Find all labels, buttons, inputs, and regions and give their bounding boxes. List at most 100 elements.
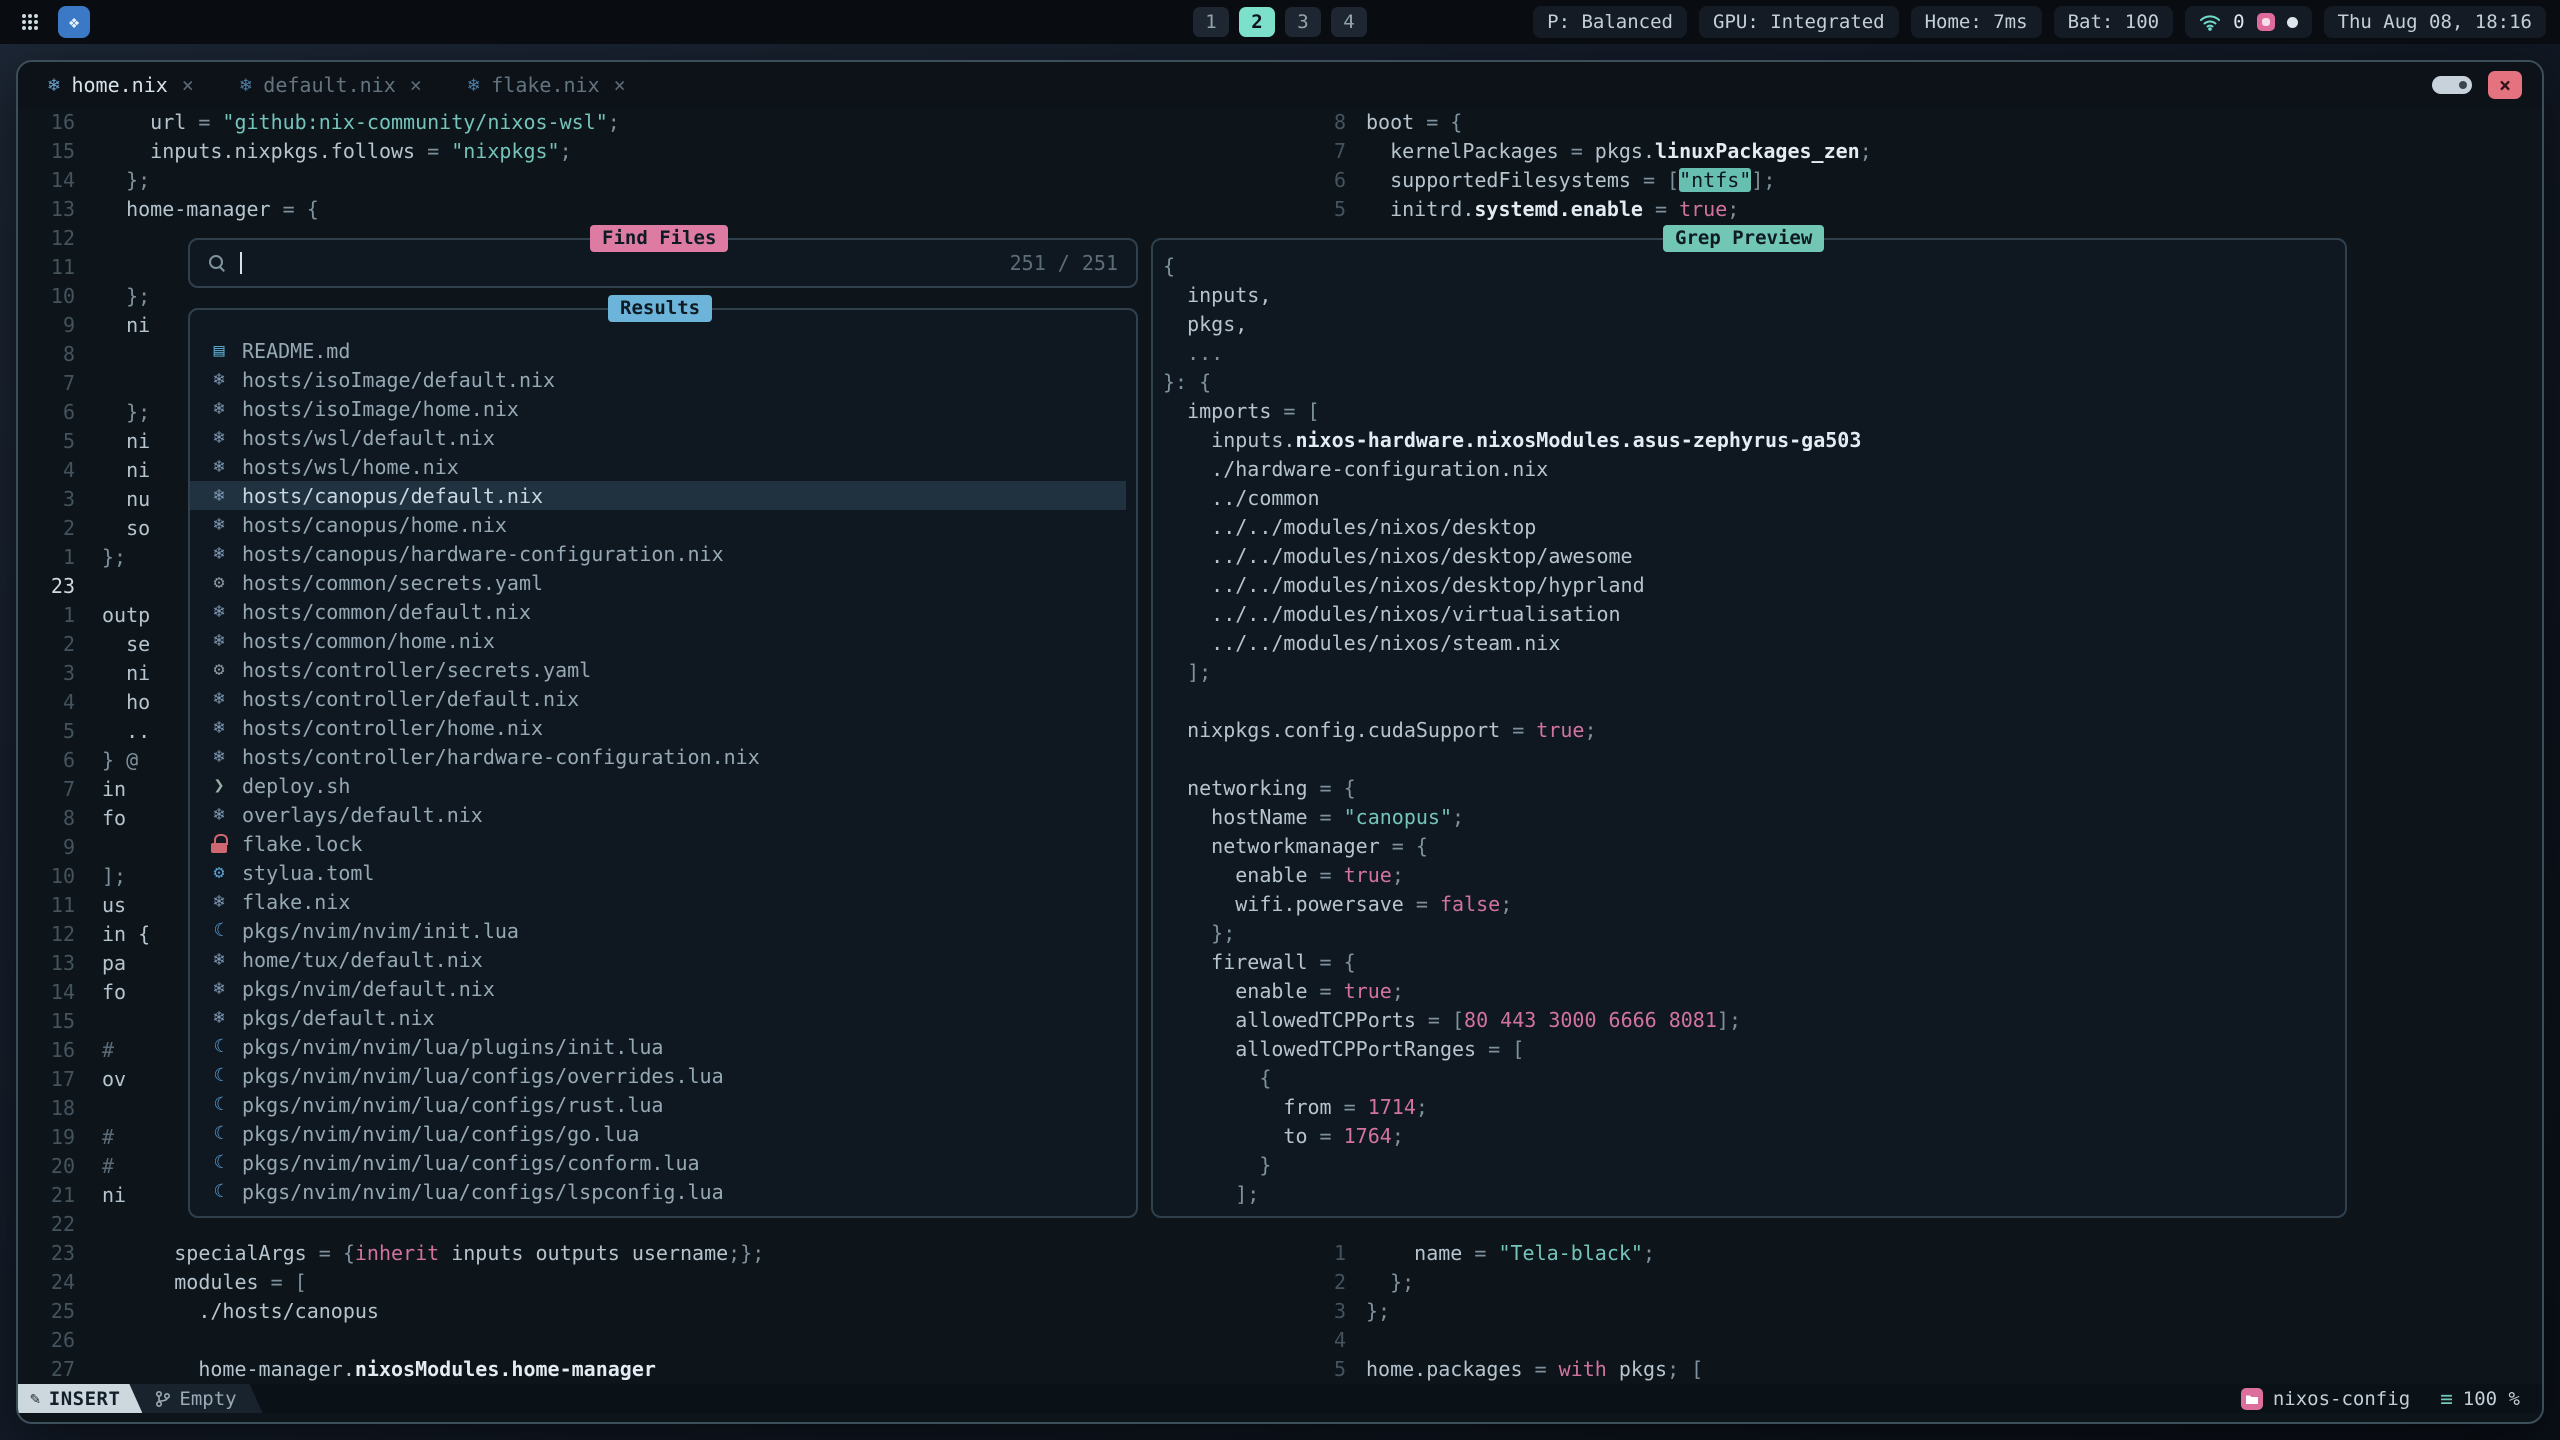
code-line[interactable]: 4: [1328, 1326, 2538, 1355]
code-line[interactable]: 14 };: [18, 166, 1318, 195]
result-item[interactable]: ❄overlays/default.nix: [190, 800, 1126, 829]
code-line[interactable]: allowedTCPPortRanges = [: [1163, 1035, 2337, 1064]
result-item[interactable]: ❄hosts/canopus/home.nix: [190, 510, 1126, 539]
code-line[interactable]: 13 home-manager = {: [18, 195, 1318, 224]
result-item[interactable]: ❄hosts/wsl/home.nix: [190, 452, 1126, 481]
result-item[interactable]: ⚙hosts/controller/secrets.yaml: [190, 655, 1126, 684]
grep-preview-popup: Grep Preview { inputs, pkgs, ...}: { imp…: [1151, 238, 2347, 1218]
code-line[interactable]: imports = [: [1163, 397, 2337, 426]
result-item[interactable]: ⚙stylua.toml: [190, 858, 1126, 887]
code-line[interactable]: firewall = {: [1163, 948, 2337, 977]
result-item[interactable]: ☾pkgs/nvim/nvim/lua/plugins/init.lua: [190, 1032, 1126, 1061]
code-line[interactable]: hostName = "canopus";: [1163, 803, 2337, 832]
code-line[interactable]: }: [1163, 1151, 2337, 1180]
code-line[interactable]: 6 supportedFilesystems = ["ntfs"];: [1328, 166, 2538, 195]
notification-count[interactable]: 0: [2233, 11, 2244, 33]
code-text: #: [102, 1123, 114, 1152]
result-item[interactable]: ❄hosts/wsl/default.nix: [190, 423, 1126, 452]
code-line[interactable]: ];: [1163, 1180, 2337, 1208]
code-line[interactable]: }: {: [1163, 368, 2337, 397]
code-line[interactable]: to = 1764;: [1163, 1122, 2337, 1151]
code-line[interactable]: 25 ./hosts/canopus: [18, 1297, 1318, 1326]
code-line[interactable]: 27 home-manager.nixosModules.home-manage…: [18, 1355, 1318, 1384]
code-line[interactable]: ../../modules/nixos/desktop: [1163, 513, 2337, 542]
result-item[interactable]: ▤README.md: [190, 336, 1126, 365]
code-line[interactable]: 5 initrd.systemd.enable = true;: [1328, 195, 2538, 224]
result-item[interactable]: ❄hosts/common/home.nix: [190, 626, 1126, 655]
result-item[interactable]: ❄pkgs/default.nix: [190, 1003, 1126, 1032]
code-line[interactable]: ../common: [1163, 484, 2337, 513]
code-text: #: [102, 1036, 114, 1065]
code-line[interactable]: ../../modules/nixos/desktop/hyprland: [1163, 571, 2337, 600]
code-line[interactable]: ];: [1163, 658, 2337, 687]
code-line[interactable]: 26: [18, 1326, 1318, 1355]
line-number: 16: [18, 108, 102, 137]
code-line[interactable]: {: [1163, 252, 2337, 281]
status-module: P: Balanced: [1533, 6, 1687, 38]
result-item[interactable]: ☾pkgs/nvim/nvim/lua/configs/conform.lua: [190, 1148, 1126, 1177]
result-item[interactable]: ☾pkgs/nvim/nvim/init.lua: [190, 916, 1126, 945]
code-line[interactable]: 15 inputs.nixpkgs.follows = "nixpkgs";: [18, 137, 1318, 166]
result-item[interactable]: ☾pkgs/nvim/nvim/lua/configs/overrides.lu…: [190, 1061, 1126, 1090]
code-line[interactable]: 8boot = {: [1328, 108, 2538, 137]
workspace-button-1[interactable]: 1: [1193, 7, 1229, 37]
result-item[interactable]: ☾pkgs/nvim/nvim/lua/configs/go.lua: [190, 1119, 1126, 1148]
result-item[interactable]: ❄home/tux/default.nix: [190, 945, 1126, 974]
code-line[interactable]: allowedTCPPorts = [80 443 3000 6666 8081…: [1163, 1006, 2337, 1035]
workspace-button-3[interactable]: 3: [1285, 7, 1321, 37]
apps-grid-button[interactable]: [14, 6, 46, 38]
status-dot-icon[interactable]: [2287, 17, 2298, 28]
result-item[interactable]: ❄pkgs/nvim/default.nix: [190, 974, 1126, 1003]
result-item[interactable]: ❄hosts/common/default.nix: [190, 597, 1126, 626]
code-line[interactable]: {: [1163, 1064, 2337, 1093]
code-line[interactable]: 16 url = "github:nix-community/nixos-wsl…: [18, 108, 1318, 137]
result-item[interactable]: ❄hosts/controller/default.nix: [190, 684, 1126, 713]
code-line[interactable]: pkgs,: [1163, 310, 2337, 339]
result-item[interactable]: ❄hosts/controller/hardware-configuration…: [190, 742, 1126, 771]
result-item[interactable]: ❄hosts/canopus/default.nix: [190, 481, 1126, 510]
code-line[interactable]: };: [1163, 919, 2337, 948]
result-item[interactable]: ❄flake.nix: [190, 887, 1126, 916]
code-line[interactable]: from = 1714;: [1163, 1093, 2337, 1122]
code-line[interactable]: 24 modules = [: [18, 1268, 1318, 1297]
code-line[interactable]: networkmanager = {: [1163, 832, 2337, 861]
result-item[interactable]: ⚙hosts/common/secrets.yaml: [190, 568, 1126, 597]
line-number: 14: [18, 978, 102, 1007]
code-line[interactable]: inputs,: [1163, 281, 2337, 310]
result-item[interactable]: ☾pkgs/nvim/nvim/lua/configs/rust.lua: [190, 1090, 1126, 1119]
code-line[interactable]: 23 specialArgs = {inherit inputs outputs…: [18, 1239, 1318, 1268]
code-line[interactable]: wifi.powersave = false;: [1163, 890, 2337, 919]
result-item[interactable]: flake.lock: [190, 829, 1126, 858]
result-item[interactable]: ❄hosts/canopus/hardware-configuration.ni…: [190, 539, 1126, 568]
result-path: pkgs/nvim/nvim/lua/configs/overrides.lua: [242, 1064, 724, 1088]
code-line[interactable]: ../../modules/nixos/desktop/awesome: [1163, 542, 2337, 571]
code-line[interactable]: nixpkgs.config.cudaSupport = true;: [1163, 716, 2337, 745]
code-line[interactable]: ./hardware-configuration.nix: [1163, 455, 2337, 484]
code-line[interactable]: enable = true;: [1163, 977, 2337, 1006]
line-number: 5: [1328, 1355, 1356, 1384]
code-line[interactable]: inputs.nixos-hardware.nixosModules.asus-…: [1163, 426, 2337, 455]
wifi-icon[interactable]: [2199, 14, 2221, 31]
result-item[interactable]: ☾pkgs/nvim/nvim/lua/configs/lspconfig.lu…: [190, 1177, 1126, 1206]
recorder-icon[interactable]: [2257, 13, 2275, 31]
code-line[interactable]: 7 kernelPackages = pkgs.linuxPackages_ze…: [1328, 137, 2538, 166]
code-line[interactable]: 5home.packages = with pkgs; [: [1328, 1355, 2538, 1384]
result-item[interactable]: ❄hosts/isoImage/default.nix: [190, 365, 1126, 394]
code-line[interactable]: ...: [1163, 339, 2337, 368]
result-item[interactable]: ❄hosts/isoImage/home.nix: [190, 394, 1126, 423]
workspace-button-2[interactable]: 2: [1239, 7, 1275, 37]
code-line[interactable]: [1163, 687, 2337, 716]
code-line[interactable]: 1 name = "Tela-black";: [1328, 1239, 2538, 1268]
code-line[interactable]: 3};: [1328, 1297, 2538, 1326]
line-number: 10: [18, 862, 102, 891]
code-line[interactable]: ../../modules/nixos/steam.nix: [1163, 629, 2337, 658]
result-item[interactable]: ❯deploy.sh: [190, 771, 1126, 800]
launcher-button[interactable]: ❖: [58, 6, 90, 38]
workspace-button-4[interactable]: 4: [1331, 7, 1367, 37]
code-line[interactable]: networking = {: [1163, 774, 2337, 803]
result-item[interactable]: ❄hosts/controller/home.nix: [190, 713, 1126, 742]
code-line[interactable]: enable = true;: [1163, 861, 2337, 890]
code-line[interactable]: 2 };: [1328, 1268, 2538, 1297]
code-line[interactable]: [1163, 745, 2337, 774]
code-line[interactable]: ../../modules/nixos/virtualisation: [1163, 600, 2337, 629]
